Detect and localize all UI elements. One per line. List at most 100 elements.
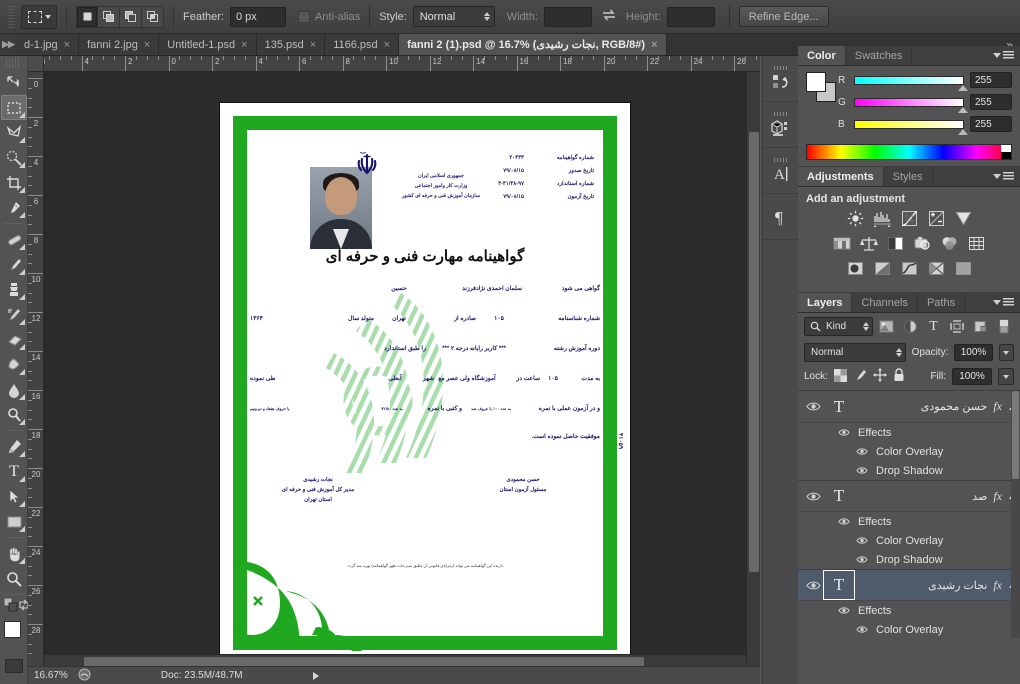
close-icon[interactable]: × bbox=[384, 39, 390, 51]
toolbox-grip[interactable] bbox=[6, 58, 21, 68]
play-arrow-icon[interactable] bbox=[312, 671, 319, 680]
character-panel-icon[interactable]: A bbox=[763, 148, 798, 194]
color-swatches[interactable] bbox=[0, 619, 28, 653]
layer-visibility-icon[interactable] bbox=[802, 580, 824, 591]
panel-menu-icon[interactable] bbox=[993, 46, 1020, 65]
tab-paths[interactable]: Paths bbox=[918, 293, 966, 312]
lock-all-icon[interactable] bbox=[893, 368, 905, 385]
type-tool[interactable]: T bbox=[1, 459, 27, 484]
gradient-map-icon[interactable] bbox=[926, 259, 947, 278]
layer-row[interactable]: T صد fx bbox=[798, 480, 1020, 512]
foreground-color-swatch[interactable] bbox=[4, 621, 21, 638]
options-bar-grip[interactable] bbox=[8, 5, 15, 28]
close-icon[interactable]: × bbox=[310, 39, 316, 51]
document-tab[interactable]: d-1.jpg × bbox=[16, 34, 80, 55]
color-lookup-icon[interactable] bbox=[966, 234, 987, 253]
3d-panel-icon[interactable] bbox=[763, 102, 798, 148]
zoom-tool[interactable] bbox=[1, 566, 27, 591]
vertical-ruler[interactable]: 0 2 4 6 8 10 12 14 16 18 20 22 24 26 28 bbox=[28, 72, 44, 668]
paragraph-panel-icon[interactable]: ¶ bbox=[763, 194, 798, 240]
filter-shape-icon[interactable] bbox=[947, 317, 967, 336]
layer-effects-row[interactable]: Effects bbox=[798, 423, 1020, 442]
brightness-contrast-icon[interactable] bbox=[845, 209, 866, 228]
dodge-tool[interactable] bbox=[1, 402, 27, 427]
rectangle-tool[interactable] bbox=[1, 509, 27, 534]
history-panel-icon[interactable] bbox=[763, 56, 798, 102]
document-tab[interactable]: fanni 2.jpg × bbox=[79, 34, 160, 55]
effect-visibility-icon[interactable] bbox=[854, 536, 870, 545]
layer-name[interactable]: حسن محمودی bbox=[854, 400, 993, 413]
fill-value[interactable]: 100% bbox=[952, 368, 992, 385]
style-select[interactable]: Normal bbox=[412, 6, 495, 27]
effects-visibility-icon[interactable] bbox=[836, 428, 852, 437]
eraser-tool[interactable] bbox=[1, 327, 27, 352]
black-white-icon[interactable] bbox=[885, 234, 906, 253]
add-to-selection-button[interactable] bbox=[98, 5, 120, 28]
crop-tool[interactable] bbox=[1, 170, 27, 195]
layer-list-scrollbar[interactable] bbox=[1011, 391, 1020, 638]
width-input[interactable] bbox=[543, 6, 592, 27]
effect-visibility-icon[interactable] bbox=[854, 447, 870, 456]
color-balance-icon[interactable] bbox=[858, 234, 879, 253]
layer-list[interactable]: T حسن محمودی fx Effects Color Overlay Dr… bbox=[798, 390, 1020, 638]
ruler-corner[interactable] bbox=[28, 56, 44, 72]
certificate-document[interactable]: شماره گواهینامه ۲۰۴۳۳ تاریخ صدور ۷۹/۰۸/۱… bbox=[220, 103, 630, 663]
lock-transparent-pixels-icon[interactable] bbox=[833, 368, 847, 385]
document-info-icon[interactable] bbox=[78, 668, 91, 684]
filter-smart-object-icon[interactable] bbox=[971, 317, 991, 336]
canvas-vertical-scrollbar[interactable] bbox=[746, 72, 760, 668]
layer-name[interactable]: نجات رشیدی bbox=[854, 579, 993, 592]
new-selection-button[interactable] bbox=[76, 5, 98, 28]
tab-layers[interactable]: Layers bbox=[798, 293, 853, 312]
lock-image-pixels-icon[interactable] bbox=[853, 369, 867, 385]
effects-visibility-icon[interactable] bbox=[836, 606, 852, 615]
photo-filter-icon[interactable] bbox=[912, 234, 933, 253]
levels-icon[interactable] bbox=[872, 209, 893, 228]
blue-value[interactable]: 255 bbox=[970, 116, 1012, 132]
move-tool[interactable] bbox=[1, 70, 27, 95]
tab-color[interactable]: Color bbox=[798, 46, 846, 65]
layer-visibility-icon[interactable] bbox=[802, 491, 824, 502]
layer-fx-icon[interactable]: fx bbox=[993, 489, 1006, 504]
layer-effect-row[interactable]: Color Overlay bbox=[798, 531, 1020, 550]
tabbar-grip[interactable]: ▶▶ bbox=[0, 34, 16, 55]
document-tab-active[interactable]: fanni 2 (1).psd @ 16.7% (نجات رشیدی, RGB… bbox=[399, 34, 667, 55]
gradient-tool[interactable] bbox=[1, 352, 27, 377]
opacity-value[interactable]: 100% bbox=[954, 344, 993, 361]
exposure-icon[interactable] bbox=[926, 209, 947, 228]
layer-thumbnail-type-icon[interactable]: T bbox=[824, 393, 854, 421]
color-spectrum-ramp[interactable] bbox=[806, 144, 1012, 160]
eyedropper-tool[interactable] bbox=[1, 195, 27, 220]
lock-position-icon[interactable] bbox=[872, 368, 887, 385]
blue-slider[interactable] bbox=[854, 119, 968, 135]
pen-tool[interactable] bbox=[1, 434, 27, 459]
document-tab[interactable]: Untitled-1.psd × bbox=[159, 34, 257, 55]
clone-stamp-tool[interactable] bbox=[1, 277, 27, 302]
layer-row-selected[interactable]: T نجات رشیدی fx bbox=[798, 569, 1020, 601]
tab-swatches[interactable]: Swatches bbox=[846, 46, 913, 65]
brush-tool[interactable] bbox=[1, 252, 27, 277]
tab-channels[interactable]: Channels bbox=[852, 293, 918, 312]
green-slider[interactable] bbox=[854, 97, 968, 113]
document-tab[interactable]: 135.psd × bbox=[256, 34, 326, 55]
green-value[interactable]: 255 bbox=[970, 94, 1012, 110]
hue-saturation-icon[interactable] bbox=[831, 234, 852, 253]
color-panel-swatches[interactable] bbox=[806, 72, 836, 102]
panel-menu-icon[interactable] bbox=[993, 167, 1020, 186]
height-input[interactable] bbox=[666, 6, 715, 27]
quick-selection-tool[interactable] bbox=[1, 145, 27, 170]
channel-mixer-icon[interactable] bbox=[939, 234, 960, 253]
tool-preset-picker[interactable] bbox=[21, 4, 57, 29]
layer-fx-icon[interactable]: fx bbox=[993, 399, 1006, 414]
effect-visibility-icon[interactable] bbox=[854, 466, 870, 475]
default-colors-icon[interactable] bbox=[3, 597, 18, 615]
layer-effect-row[interactable]: Drop Shadow bbox=[798, 550, 1020, 569]
canvas[interactable]: شماره گواهینامه ۲۰۴۳۳ تاریخ صدور ۷۹/۰۸/۱… bbox=[44, 72, 760, 668]
intersect-with-selection-button[interactable] bbox=[142, 5, 164, 28]
path-selection-tool[interactable] bbox=[1, 484, 27, 509]
layer-row[interactable]: T حسن محمودی fx bbox=[798, 391, 1020, 423]
opacity-dropdown-icon[interactable] bbox=[998, 344, 1014, 361]
effects-visibility-icon[interactable] bbox=[836, 517, 852, 526]
zoom-level[interactable]: 16.67% bbox=[34, 670, 68, 681]
lasso-tool[interactable] bbox=[1, 120, 27, 145]
